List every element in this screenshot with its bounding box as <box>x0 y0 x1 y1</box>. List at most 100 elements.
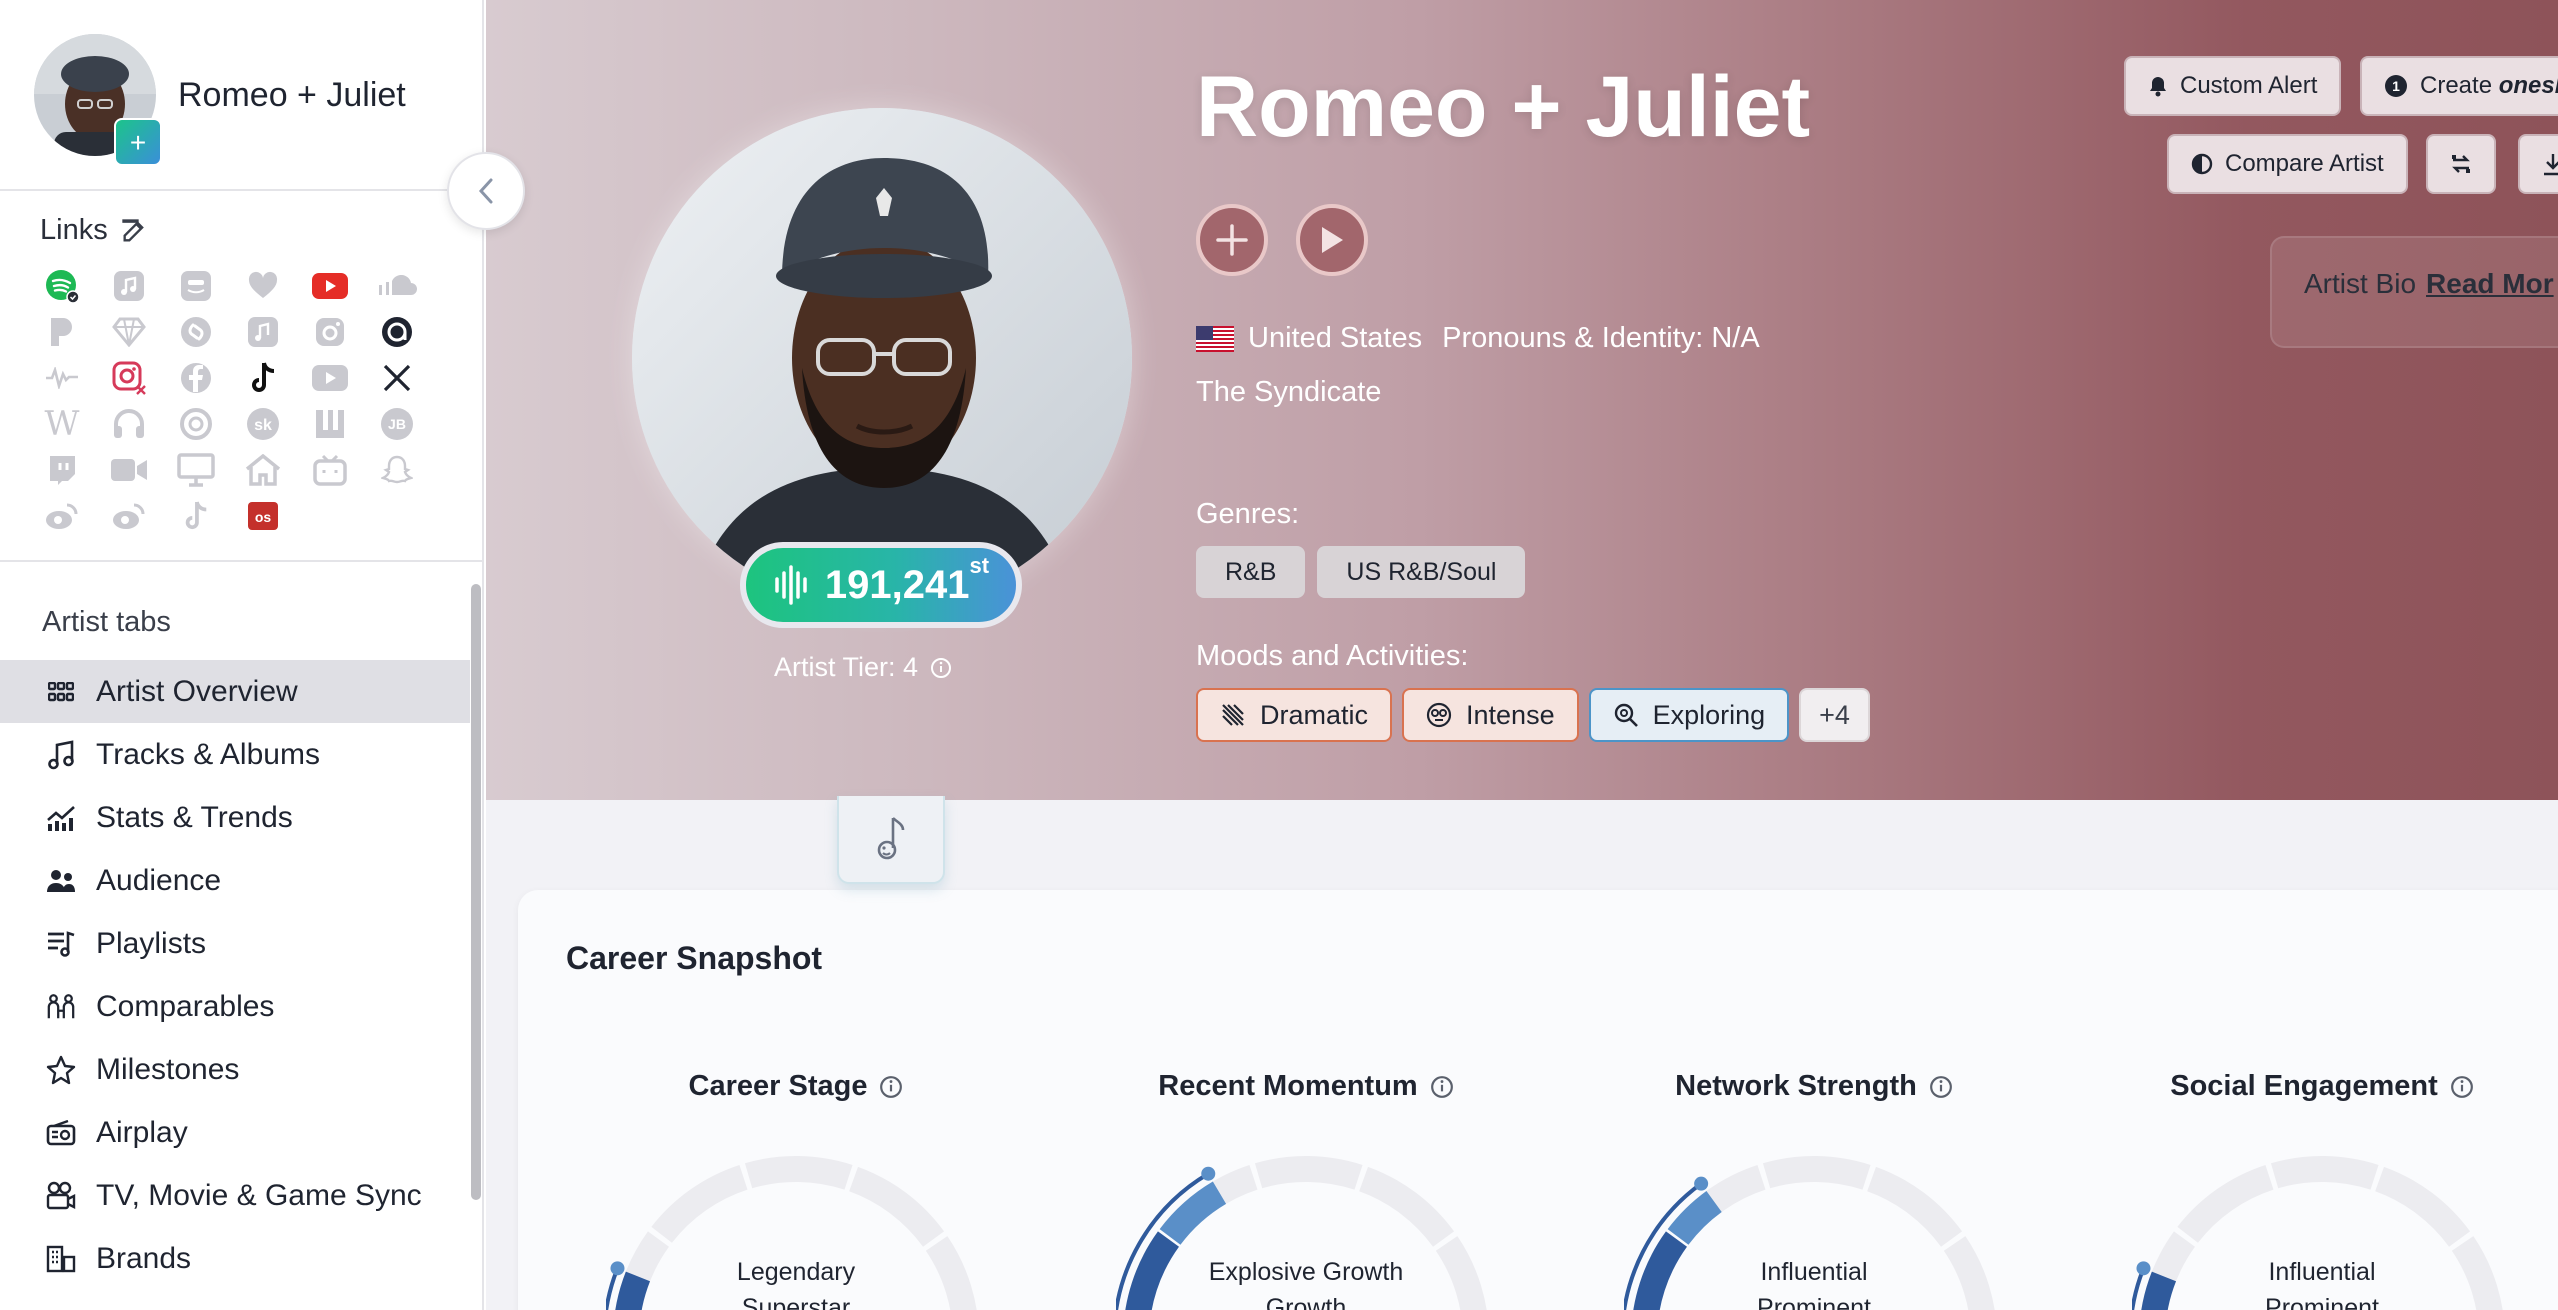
bell-icon <box>2148 75 2168 97</box>
genre-chip[interactable]: R&B <box>1196 546 1306 598</box>
metric-career-stage: Career Stage Legendary Superstar <box>586 1070 1006 1310</box>
tab-brands[interactable]: Brands <box>0 1227 470 1290</box>
share-link-button[interactable] <box>2426 134 2496 194</box>
mood-chip-dramatic[interactable]: Dramatic <box>1196 688 1393 742</box>
metric-social-engagement: Social Engagement Influential Prominent <box>2112 1070 2532 1310</box>
artist-tabs-list: Artist Overview Tracks & Albums Stats & … <box>0 660 470 1290</box>
deezer-icon[interactable] <box>243 266 283 306</box>
tab-milestones[interactable]: Milestones <box>0 1038 470 1101</box>
tiktok-muted-icon[interactable] <box>176 496 216 536</box>
gauge-track-segment <box>1254 1156 1363 1190</box>
play-artist-button[interactable] <box>1296 204 1368 276</box>
tab-label: Artist Overview <box>96 674 298 708</box>
genre-chip[interactable]: US R&B/Soul <box>1317 546 1526 598</box>
music-note-icon <box>46 739 76 770</box>
pandora-icon[interactable] <box>42 312 82 352</box>
video-camera-icon[interactable] <box>109 450 149 490</box>
tiktok-icon[interactable] <box>243 358 283 398</box>
page-title: Romeo + Juliet <box>1196 59 1811 155</box>
bilibili-icon[interactable] <box>310 450 350 490</box>
info-icon[interactable] <box>930 657 952 679</box>
twitch-icon[interactable] <box>42 450 82 490</box>
follow-artist-button[interactable] <box>1196 204 1268 276</box>
target-icon[interactable] <box>176 404 216 444</box>
gauge-fill-secondary <box>1159 1181 1227 1245</box>
home-icon[interactable] <box>243 450 283 490</box>
snapchat-icon[interactable] <box>377 450 417 490</box>
youtube-icon[interactable] <box>310 266 350 306</box>
svg-text:os: os <box>255 509 272 525</box>
monitor-icon[interactable] <box>176 450 216 490</box>
career-snapshot-title: Career Snapshot <box>566 940 823 976</box>
mood-chip-intense[interactable]: Intense <box>1402 688 1579 742</box>
read-more-link[interactable]: Read Mor <box>2426 268 2554 299</box>
gauge-label: Explosive Growth Growth <box>1208 1258 1404 1310</box>
radio-icon <box>46 1118 76 1148</box>
facebook-icon[interactable] <box>176 358 216 398</box>
metric-network-strength: Network Strength Influential Prominent <box>1604 1070 2024 1310</box>
edit-icon[interactable] <box>120 217 148 245</box>
people-icon <box>46 866 76 896</box>
collapse-sidebar-button[interactable] <box>447 152 525 230</box>
us-flag-icon <box>1196 325 1234 352</box>
tab-tracks-albums[interactable]: Tracks & Albums <box>0 723 470 786</box>
spotify-icon[interactable] <box>42 266 82 306</box>
apple-music-icon[interactable] <box>109 266 149 306</box>
music-note-tab[interactable] <box>837 796 945 884</box>
metric-title: Recent Momentum <box>1096 1070 1516 1103</box>
instagram-icon[interactable] <box>109 358 149 398</box>
amazon-icon[interactable] <box>176 266 216 306</box>
waveform-icon[interactable] <box>42 358 82 398</box>
brands-icon <box>46 1244 76 1274</box>
wikipedia-icon[interactable]: W <box>42 404 82 444</box>
stats-chart-icon <box>46 803 76 833</box>
itunes-icon[interactable] <box>243 312 283 352</box>
artist-label[interactable]: The Syndicate <box>1196 376 1381 409</box>
youtube-muted-icon[interactable] <box>310 358 350 398</box>
jb-icon[interactable]: JB <box>377 404 417 444</box>
tab-audience[interactable]: Audience <box>0 849 470 912</box>
x-icon[interactable] <box>377 358 417 398</box>
soundcloud-icon[interactable] <box>377 266 417 306</box>
download-icon <box>2542 152 2558 176</box>
tab-label: Airplay <box>96 1115 188 1149</box>
tab-label: Tracks & Albums <box>96 737 320 771</box>
sidebar-divider <box>0 560 484 562</box>
tab-comparables[interactable]: Comparables <box>0 975 470 1038</box>
tab-stats-trends[interactable]: Stats & Trends <box>0 786 470 849</box>
info-icon[interactable] <box>879 1075 903 1099</box>
create-onesheet-button[interactable]: 1 Create onesh <box>2360 56 2558 116</box>
instagram-icon-muted[interactable] <box>310 312 350 352</box>
svg-text:JB: JB <box>388 416 406 432</box>
tab-airplay[interactable]: Airplay <box>0 1101 470 1164</box>
bandsintown-icon[interactable] <box>310 404 350 444</box>
weibo-alt-icon[interactable] <box>109 496 149 536</box>
mood-chip-exploring[interactable]: Exploring <box>1588 688 1790 742</box>
compare-artist-button[interactable]: Compare Artist <box>2167 134 2408 194</box>
moods-more-button[interactable]: +4 <box>1799 688 1870 742</box>
add-to-list-button[interactable]: + <box>114 118 162 166</box>
download-button[interactable] <box>2518 134 2558 194</box>
audiomack-icon[interactable] <box>377 312 417 352</box>
lastfm-icon[interactable]: os <box>243 496 283 536</box>
sidebar-scrollbar[interactable] <box>471 584 481 1200</box>
artist-hero: 191,241st Artist Tier: 4 Romeo + Juliet … <box>486 0 2558 800</box>
half-circle-icon <box>2191 153 2213 175</box>
info-icon[interactable] <box>1430 1075 1454 1099</box>
artist-country: United States <box>1248 322 1423 354</box>
film-icon <box>46 1181 76 1211</box>
headphones-icon[interactable] <box>109 404 149 444</box>
shazam-icon[interactable] <box>176 312 216 352</box>
artist-bio: Artist Bio Read Mor <box>2304 268 2554 299</box>
gem-icon[interactable] <box>109 312 149 352</box>
tab-playlists[interactable]: Playlists <box>0 912 470 975</box>
info-icon[interactable] <box>2450 1075 2474 1099</box>
tab-artist-overview[interactable]: Artist Overview <box>0 660 470 723</box>
songkick-icon[interactable]: sk <box>243 404 283 444</box>
artist-rank-badge[interactable]: 191,241st <box>740 542 1022 628</box>
tab-tv-movie-game-sync[interactable]: TV, Movie & Game Sync <box>0 1164 470 1227</box>
info-icon[interactable] <box>1929 1075 1953 1099</box>
custom-alert-button[interactable]: Custom Alert <box>2124 56 2342 116</box>
moods-list: Dramatic Intense Exploring +4 <box>1196 688 1870 742</box>
weibo-icon[interactable] <box>42 496 82 536</box>
